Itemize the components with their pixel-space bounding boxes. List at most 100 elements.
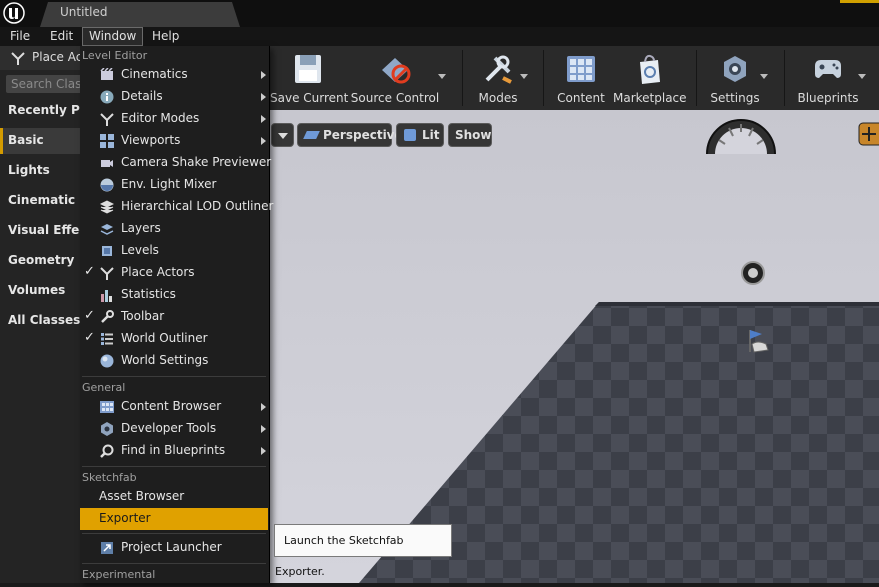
menu-separator <box>82 466 266 467</box>
sphere-reflection-actor-icon[interactable] <box>740 260 766 286</box>
menu-item-asset-browser[interactable]: Asset Browser <box>80 486 268 508</box>
search-classes-placeholder: Search Class <box>11 77 88 91</box>
levels-icon <box>102 246 112 256</box>
document-tab-title: Untitled <box>60 5 108 19</box>
perspective-button[interactable]: Perspective <box>297 123 403 147</box>
blueprints-button[interactable]: Blueprints <box>796 46 860 110</box>
blueprints-dropdown-arrow[interactable] <box>858 74 866 79</box>
section-header-general: General <box>82 381 126 394</box>
toolbar-separator <box>784 50 785 106</box>
category-volumes[interactable]: Volumes <box>0 278 82 304</box>
menu-item-find-in-blueprints[interactable]: Find in Blueprints <box>80 440 268 462</box>
menu-separator <box>82 376 266 377</box>
category-cinematic[interactable]: Cinematic <box>0 188 82 214</box>
save-current-button[interactable]: Save Current <box>270 46 348 110</box>
find-blueprints-icon <box>100 444 114 458</box>
modes-icon <box>485 55 512 84</box>
menu-file[interactable]: File <box>4 27 36 46</box>
toolbar-icon <box>101 310 114 323</box>
checkmark-icon: ✓ <box>84 330 95 345</box>
details-icon <box>100 90 114 104</box>
submenu-arrow-icon <box>261 71 266 79</box>
category-lights[interactable]: Lights <box>0 158 82 184</box>
lit-cube-icon <box>404 129 416 141</box>
camera-shake-icon <box>101 160 113 167</box>
lit-button[interactable]: Lit <box>396 123 444 147</box>
submenu-arrow-icon <box>261 93 266 101</box>
menu-item-details[interactable]: Details <box>80 86 268 108</box>
menu-window[interactable]: Window <box>82 27 144 46</box>
unreal-logo-icon[interactable] <box>2 2 26 24</box>
menu-item-statistics[interactable]: Statistics <box>80 284 268 306</box>
menu-item-cinematics[interactable]: Cinematics <box>80 64 268 86</box>
content-browser-icon <box>100 401 114 413</box>
modes-dropdown-arrow[interactable] <box>520 74 528 79</box>
window-controls[interactable] <box>840 0 879 3</box>
menu-item-exporter[interactable]: Exporter <box>80 508 268 530</box>
menu-item-toolbar[interactable]: ✓ Toolbar <box>80 306 268 328</box>
viewports-icon <box>100 134 114 148</box>
category-visual-effects[interactable]: Visual Effect <box>0 218 92 244</box>
viewport-move-icon[interactable] <box>858 122 879 146</box>
submenu-arrow-icon <box>261 137 266 145</box>
viewport-options-button[interactable] <box>271 123 294 147</box>
source-control-dropdown-arrow[interactable] <box>438 74 446 79</box>
category-geometry[interactable]: Geometry <box>0 248 82 274</box>
menu-separator <box>82 563 266 564</box>
settings-dropdown-arrow[interactable] <box>760 74 768 79</box>
menu-item-levels[interactable]: Levels <box>80 240 268 262</box>
checkmark-icon: ✓ <box>84 264 95 279</box>
submenu-arrow-icon <box>261 447 266 455</box>
menu-item-world-outliner[interactable]: ✓ World Outliner <box>80 328 268 350</box>
category-basic[interactable]: Basic <box>0 128 85 154</box>
transform-dial-icon <box>706 119 776 155</box>
content-icon <box>567 56 595 82</box>
menu-item-project-launcher[interactable]: Project Launcher <box>80 537 268 559</box>
menu-item-place-actors[interactable]: ✓ Place Actors <box>80 262 268 284</box>
toolbar-separator <box>462 50 463 106</box>
menu-separator <box>82 533 266 534</box>
menu-item-camera-shake-previewer[interactable]: Camera Shake Previewer <box>80 152 271 174</box>
viewport-floor-grid <box>359 302 879 583</box>
settings-button[interactable]: Settings <box>706 46 764 110</box>
lod-icon <box>100 200 114 214</box>
save-icon <box>295 55 321 83</box>
content-button[interactable]: Content <box>553 46 609 110</box>
menu-help[interactable]: Help <box>146 27 185 46</box>
menu-item-content-browser[interactable]: Content Browser <box>80 396 268 418</box>
place-actors-tab-icon <box>11 52 25 65</box>
menu-item-world-settings[interactable]: World Settings <box>80 350 268 372</box>
developer-tools-icon <box>101 422 113 436</box>
place-actors-icon <box>100 267 114 280</box>
menu-item-hierarchical-lod-outliner[interactable]: Hierarchical LOD Outliner <box>80 196 273 218</box>
show-button[interactable]: Show <box>448 123 492 147</box>
checkmark-icon: ✓ <box>84 308 95 323</box>
player-start-actor-icon[interactable] <box>744 326 772 356</box>
exporter-tooltip: Launch the Sketchfab Exporter. <box>274 524 452 578</box>
world-outliner-icon <box>101 333 113 345</box>
editor-modes-icon <box>100 113 114 126</box>
category-all-classes[interactable]: All Classes <box>0 308 82 334</box>
world-settings-icon <box>100 354 114 368</box>
modes-button[interactable]: Modes <box>470 46 526 110</box>
cinematics-icon <box>100 68 113 80</box>
perspective-icon <box>303 131 320 139</box>
submenu-arrow-icon <box>261 425 266 433</box>
layers-icon <box>100 224 114 235</box>
menu-item-layers[interactable]: Layers <box>80 218 268 240</box>
menu-item-editor-modes[interactable]: Editor Modes <box>80 108 268 130</box>
light-mixer-icon <box>100 178 114 192</box>
source-control-button[interactable]: Source Control <box>350 46 440 110</box>
marketplace-button[interactable]: Marketplace <box>613 46 687 110</box>
place-actors-tab-label: Place Ac <box>32 50 83 64</box>
project-launcher-icon <box>101 542 113 554</box>
menu-edit[interactable]: Edit <box>44 27 79 46</box>
source-control-icon <box>382 58 411 84</box>
toolbar-separator <box>696 50 697 106</box>
menu-item-env-light-mixer[interactable]: Env. Light Mixer <box>80 174 268 196</box>
toolbar-separator <box>543 50 544 106</box>
category-recently-placed[interactable]: Recently Pla <box>0 98 92 124</box>
menu-item-viewports[interactable]: Viewports <box>80 130 268 152</box>
menu-item-developer-tools[interactable]: Developer Tools <box>80 418 268 440</box>
statistics-icon <box>101 290 112 302</box>
